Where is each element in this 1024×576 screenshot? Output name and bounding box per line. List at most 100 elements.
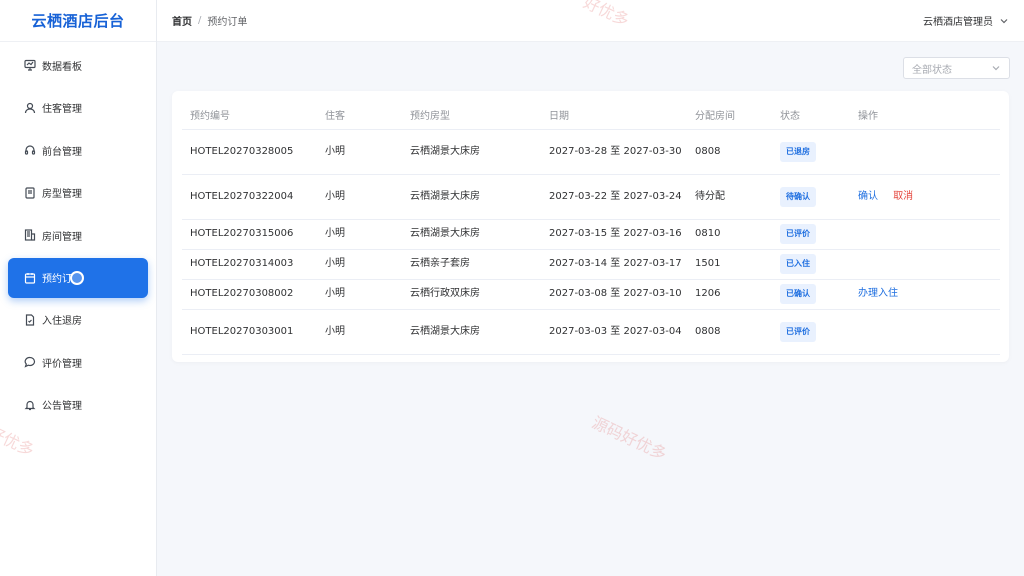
assigned-room: 1501 <box>687 249 772 280</box>
sidebar-item-room-types[interactable]: 房型管理 <box>0 172 156 215</box>
column-header: 分配房间 <box>687 100 772 130</box>
guest-name: 小明 <box>317 129 402 175</box>
sidebar-menu: 数据看板 住客管理 前台管理 房型管理 房间管理 预约订 入住退房 评价管理 公… <box>0 42 156 426</box>
date-range: 2027-03-15 至 2027-03-16 <box>541 219 687 250</box>
bell-icon <box>24 399 36 411</box>
order-id: HOTEL20270322004 <box>182 174 317 220</box>
sidebar: 云栖酒店后台 数据看板 住客管理 前台管理 房型管理 房间管理 预约订 入住退房… <box>0 0 157 576</box>
breadcrumb-current: 预约订单 <box>207 17 248 28</box>
chevron-down-icon <box>999 16 1009 26</box>
building-icon <box>24 229 36 241</box>
table-row: HOTEL20270303001 小明 云栖湖景大床房 2027-03-03 至… <box>182 309 1000 355</box>
actions-cell <box>850 219 1000 250</box>
sidebar-item-checkin-checkout[interactable]: 入住退房 <box>0 299 156 342</box>
guest-name: 小明 <box>317 174 402 220</box>
order-id: HOTEL20270303001 <box>182 309 317 355</box>
guest-name: 小明 <box>317 279 402 310</box>
sidebar-item-label: 房间管理 <box>42 231 82 243</box>
document-icon <box>24 314 36 326</box>
assigned-room: 1206 <box>687 279 772 310</box>
date-range: 2027-03-22 至 2027-03-24 <box>541 174 687 220</box>
sidebar-item-reservations[interactable]: 预约订 <box>8 257 148 298</box>
order-id: HOTEL20270314003 <box>182 249 317 280</box>
sidebar-item-announcements[interactable]: 公告管理 <box>0 384 156 427</box>
status-badge: 已评价 <box>780 224 816 244</box>
assigned-room: 待分配 <box>687 174 772 220</box>
status-badge: 待确认 <box>780 186 816 207</box>
column-header: 操作 <box>850 100 1000 130</box>
breadcrumb-home[interactable]: 首页 <box>172 13 192 28</box>
guest-name: 小明 <box>317 309 402 355</box>
order-id: HOTEL20270308002 <box>182 279 317 310</box>
check-in-button[interactable]: 办理入住 <box>858 288 898 299</box>
sidebar-item-reviews[interactable]: 评价管理 <box>0 341 156 384</box>
status-filter-select[interactable]: 全部状态 <box>903 57 1010 79</box>
chat-bubble-icon <box>24 356 36 368</box>
sidebar-item-label: 数据看板 <box>42 61 82 73</box>
actions-cell: 办理入住 <box>850 279 1000 310</box>
sidebar-item-label: 前台管理 <box>42 146 82 158</box>
dashboard-icon <box>24 59 36 71</box>
table-row: HOTEL20270328005 小明 云栖湖景大床房 2027-03-28 至… <box>182 129 1000 175</box>
sidebar-item-guests[interactable]: 住客管理 <box>0 87 156 130</box>
actions-cell <box>850 309 1000 355</box>
sidebar-item-label: 房型管理 <box>42 189 82 201</box>
column-header: 预约房型 <box>402 100 541 130</box>
date-range: 2027-03-03 至 2027-03-04 <box>541 309 687 355</box>
date-range: 2027-03-14 至 2027-03-17 <box>541 249 687 280</box>
brand-title: 云栖酒店后台 <box>0 0 156 42</box>
sidebar-item-label: 公告管理 <box>42 401 82 413</box>
sidebar-item-label: 入住退房 <box>42 316 82 328</box>
column-header: 状态 <box>772 100 850 130</box>
room-type: 云栖湖景大床房 <box>402 129 541 175</box>
status-badge: 已确认 <box>780 284 816 304</box>
room-type: 云栖行政双床房 <box>402 279 541 310</box>
table-row: HOTEL20270322004 小明 云栖湖景大床房 2027-03-22 至… <box>182 174 1000 220</box>
column-header: 预约编号 <box>182 100 317 130</box>
breadcrumb-separator: / <box>198 15 202 26</box>
headset-icon <box>24 144 36 156</box>
orders-card: 预约编号 住客 预约房型 日期 分配房间 状态 操作 HOTEL20270328… <box>172 91 1009 362</box>
room-type: 云栖湖景大床房 <box>402 309 541 355</box>
orders-table: 预约编号 住客 预约房型 日期 分配房间 状态 操作 HOTEL20270328… <box>182 100 1000 355</box>
status-badge: 已入住 <box>780 254 816 274</box>
room-type-icon <box>24 187 36 199</box>
room-type: 云栖亲子套房 <box>402 249 541 280</box>
column-header: 住客 <box>317 100 402 130</box>
table-row: HOTEL20270314003 小明 云栖亲子套房 2027-03-14 至 … <box>182 249 1000 280</box>
table-row: HOTEL20270315006 小明 云栖湖景大床房 2027-03-15 至… <box>182 219 1000 250</box>
chevron-down-icon <box>991 63 1001 73</box>
assigned-room: 0810 <box>687 219 772 250</box>
table-header-row: 预约编号 住客 预约房型 日期 分配房间 状态 操作 <box>182 100 1000 130</box>
user-name: 云栖酒店管理员 <box>923 17 993 28</box>
actions-cell <box>850 129 1000 175</box>
assigned-room: 0808 <box>687 129 772 175</box>
sidebar-item-label: 评价管理 <box>42 358 82 370</box>
sidebar-item-front-desk[interactable]: 前台管理 <box>0 129 156 172</box>
table-row: HOTEL20270308002 小明 云栖行政双床房 2027-03-08 至… <box>182 279 1000 310</box>
actions-cell: 确认 取消 <box>850 174 1000 220</box>
sidebar-item-dashboard[interactable]: 数据看板 <box>0 44 156 87</box>
actions-cell <box>850 249 1000 280</box>
column-header: 日期 <box>541 100 687 130</box>
top-header: 首页 / 预约订单 云栖酒店管理员 <box>157 0 1024 42</box>
status-badge: 已评价 <box>780 321 816 342</box>
guest-name: 小明 <box>317 219 402 250</box>
user-icon <box>24 102 36 114</box>
status-badge: 已退房 <box>780 141 816 162</box>
user-menu[interactable]: 云栖酒店管理员 <box>923 13 1009 28</box>
watermark-text: 源码好优多 <box>589 412 670 464</box>
date-range: 2027-03-08 至 2027-03-10 <box>541 279 687 310</box>
room-type: 云栖湖景大床房 <box>402 219 541 250</box>
order-id: HOTEL20270315006 <box>182 219 317 250</box>
sidebar-item-label: 预约订 <box>42 274 72 285</box>
sidebar-item-label: 住客管理 <box>42 104 82 116</box>
order-id: HOTEL20270328005 <box>182 129 317 175</box>
cancel-button[interactable]: 取消 <box>893 191 913 202</box>
guest-name: 小明 <box>317 249 402 280</box>
date-range: 2027-03-28 至 2027-03-30 <box>541 129 687 175</box>
confirm-button[interactable]: 确认 <box>858 191 878 202</box>
calendar-icon <box>24 272 36 284</box>
sidebar-item-rooms[interactable]: 房间管理 <box>0 214 156 257</box>
cursor-indicator <box>70 270 84 285</box>
